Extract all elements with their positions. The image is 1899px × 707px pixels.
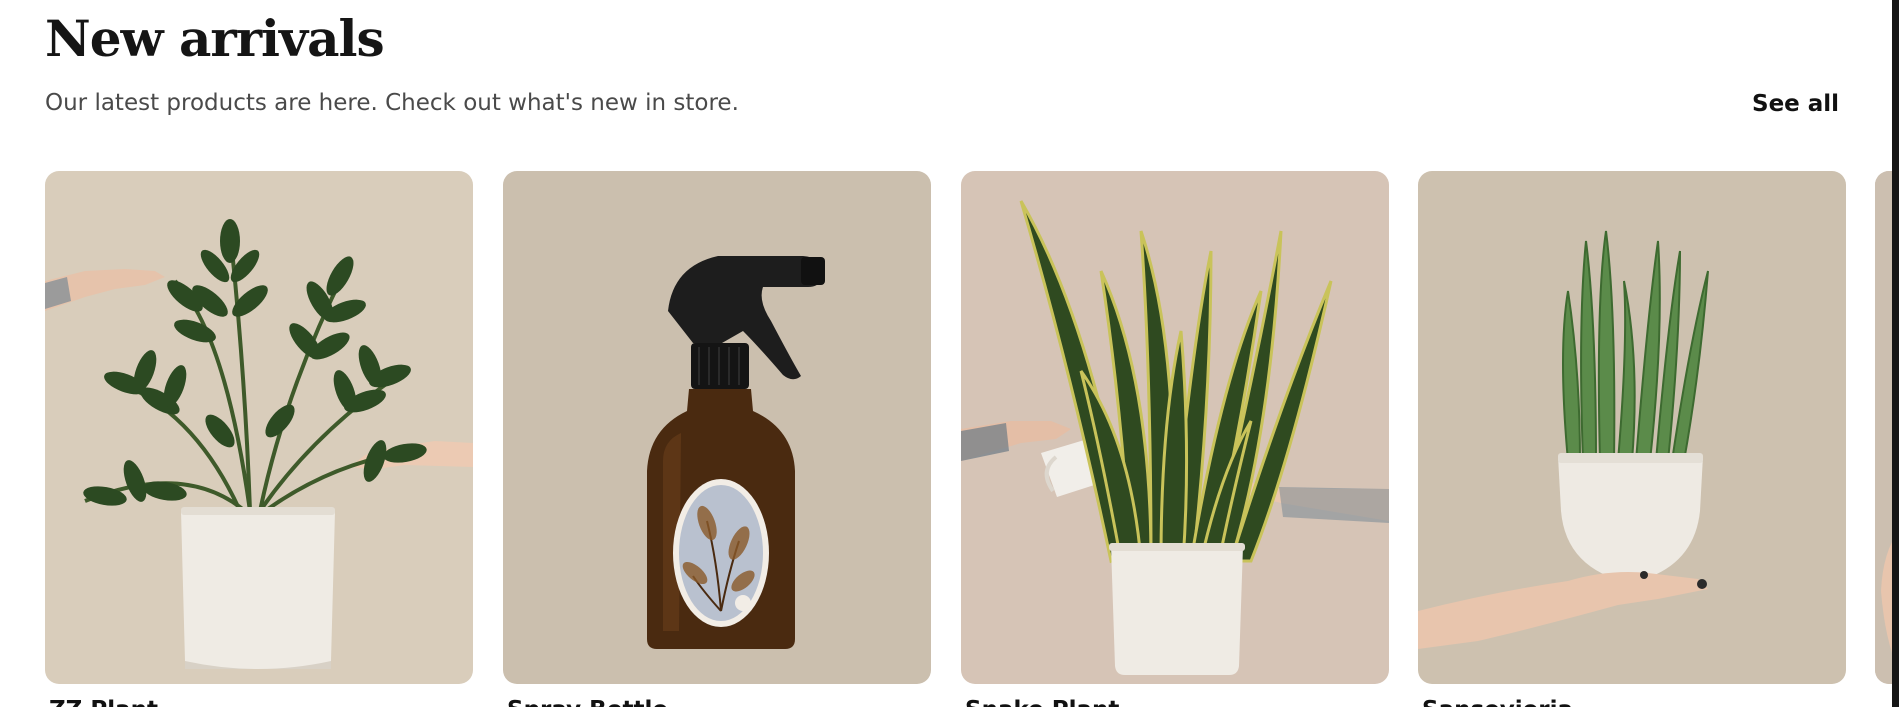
product-image[interactable] <box>45 171 473 684</box>
zz-plant-image <box>45 171 473 684</box>
product-name[interactable]: Spray Bottle <box>507 693 668 707</box>
snake-plant-image <box>961 171 1389 684</box>
product-image[interactable] <box>1418 171 1846 684</box>
product-image[interactable] <box>961 171 1389 684</box>
sansevieria-image <box>1418 171 1846 684</box>
see-all-link[interactable]: See all <box>1752 87 1839 121</box>
product-name[interactable]: Sansevieria <box>1422 693 1573 707</box>
product-card-snake-plant[interactable]: Snake Plant <box>961 171 1389 707</box>
product-card-sansevieria[interactable]: Sansevieria <box>1418 171 1846 707</box>
product-card-zz-plant[interactable]: ZZ Plant <box>45 171 473 707</box>
product-name[interactable]: Snake Plant <box>965 693 1119 707</box>
product-card-spray-bottle[interactable]: Spray Bottle <box>503 171 931 707</box>
section-title: New arrivals <box>45 9 385 68</box>
product-name[interactable]: ZZ Plant <box>49 693 158 707</box>
product-image[interactable] <box>503 171 931 684</box>
spray-bottle-image <box>503 171 931 684</box>
page-edge-scrollbar[interactable] <box>1892 0 1899 707</box>
section-subtitle: Our latest products are here. Check out … <box>45 90 739 116</box>
